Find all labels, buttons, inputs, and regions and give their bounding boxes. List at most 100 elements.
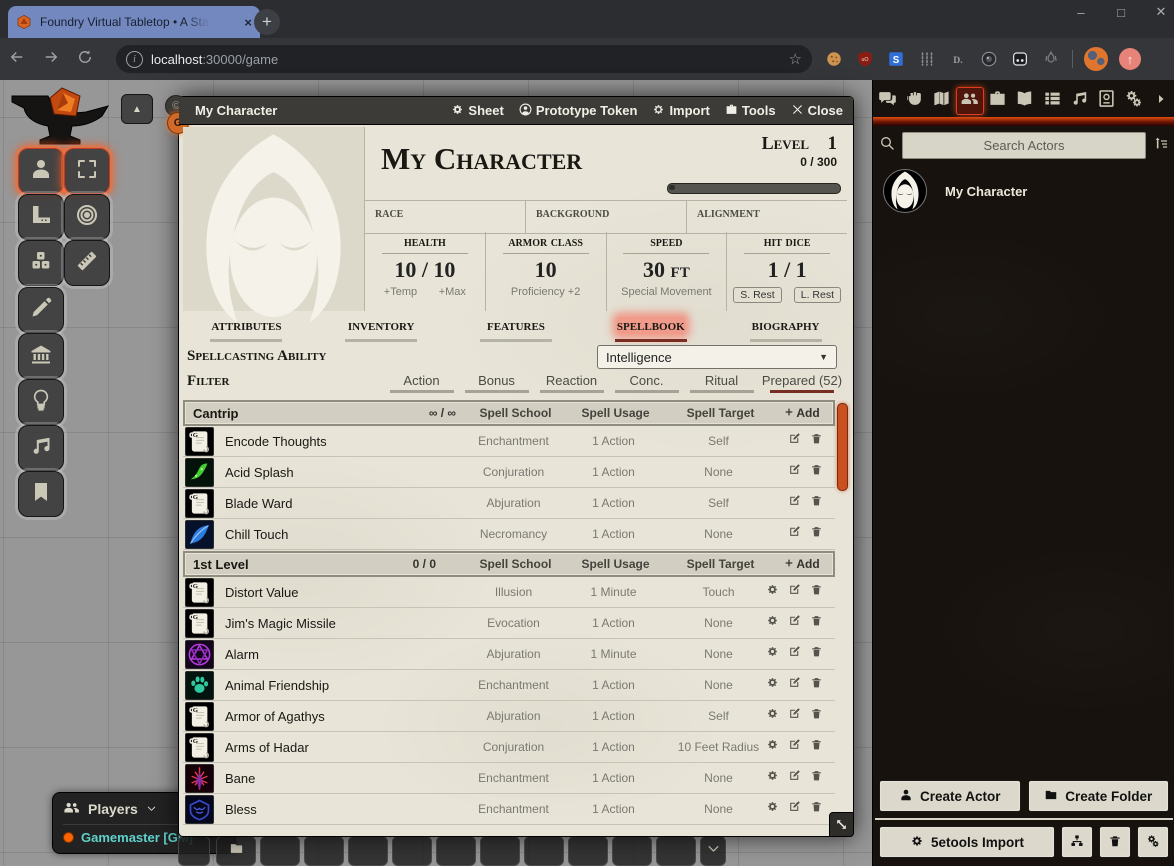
actor-name[interactable]: My Character: [945, 184, 1027, 199]
delete-icon[interactable]: [810, 525, 823, 543]
architecture-tools-button[interactable]: [18, 333, 64, 379]
tools-button[interactable]: Tools: [725, 103, 776, 119]
edit-icon[interactable]: [788, 800, 801, 818]
collapse-controls-button[interactable]: ▲: [121, 94, 153, 124]
new-tab-button[interactable]: +: [254, 9, 280, 35]
tab-attributes[interactable]: attributes: [179, 315, 314, 345]
ruler-tool-button[interactable]: [64, 240, 110, 286]
sound-controls-button[interactable]: [18, 425, 64, 471]
update-icon[interactable]: ↑: [1119, 48, 1141, 70]
spell-scroll-icon[interactable]: G: [185, 702, 214, 731]
spell-row[interactable]: GJim's Magic MissileEvocation1 ActionNon…: [183, 608, 835, 639]
stat-value[interactable]: 1 / 1: [727, 257, 847, 283]
delete-icon[interactable]: [810, 583, 823, 601]
stylus-icon[interactable]: S: [886, 49, 906, 69]
edit-icon[interactable]: [788, 769, 801, 787]
delete-icon[interactable]: [810, 676, 823, 694]
create-folder-button[interactable]: Create Folder: [1028, 780, 1170, 812]
macro-slot[interactable]: [304, 836, 344, 866]
filter-reaction[interactable]: Reaction: [534, 373, 609, 393]
tree-button[interactable]: [1061, 826, 1093, 858]
stat-sub-label[interactable]: Special Movement: [621, 286, 712, 298]
spell-scroll-icon[interactable]: G: [185, 733, 214, 762]
prototype-token-button[interactable]: Prototype Token: [519, 103, 638, 119]
spell-name[interactable]: Bane: [217, 771, 466, 786]
sidebar-tab-scenes[interactable]: [928, 88, 954, 114]
drawing-tools-button[interactable]: [18, 287, 64, 333]
tab-spellbook[interactable]: spellbook: [583, 315, 718, 345]
search-input[interactable]: [902, 132, 1146, 159]
character-name[interactable]: My Character: [381, 141, 582, 177]
l-rest-button[interactable]: L. Rest: [794, 287, 841, 303]
notes-controls-button[interactable]: [18, 471, 64, 517]
edit-icon[interactable]: [788, 583, 801, 601]
resize-handle-icon[interactable]: [829, 812, 854, 837]
configure-icon[interactable]: [766, 614, 779, 632]
actor-avatar[interactable]: .actor-avatar .hood-fill{fill:#f4f2e9}.a…: [883, 169, 927, 213]
omnibox[interactable]: i localhost:30000/game ☆: [116, 45, 812, 73]
delete-icon[interactable]: [810, 769, 823, 787]
sliders-icon[interactable]: [917, 49, 937, 69]
delete-icon[interactable]: [810, 645, 823, 663]
spell-bless-icon[interactable]: [185, 795, 214, 824]
sidebar-tab-playlists[interactable]: [1066, 88, 1092, 114]
spell-row[interactable]: GDistort ValueIllusion1 MinuteTouch: [183, 577, 835, 608]
spell-bane-icon[interactable]: [185, 764, 214, 793]
spell-acid-icon[interactable]: [185, 458, 214, 487]
lens-icon[interactable]: [979, 49, 999, 69]
actor-list-item[interactable]: .actor-avatar .hood-fill{fill:#f4f2e9}.a…: [873, 164, 1174, 218]
spell-name[interactable]: Armor of Agathys: [217, 709, 466, 724]
macro-slot[interactable]: [260, 836, 300, 866]
spell-row[interactable]: GBlade WardAbjuration1 ActionSelf: [183, 488, 835, 519]
sidebar-tab-compendium[interactable]: [1093, 88, 1119, 114]
spell-row[interactable]: AlarmAbjuration1 MinuteNone: [183, 639, 835, 670]
sidebar-tab-collapse[interactable]: [1148, 88, 1174, 114]
target-tool-button[interactable]: [64, 194, 110, 240]
stat-sub-label[interactable]: +Temp: [384, 286, 417, 298]
spell-row[interactable]: GArmor of AgathysAbjuration1 ActionSelf: [183, 701, 835, 732]
delete-button[interactable]: [1099, 826, 1131, 858]
close-window-button[interactable]: ✕: [1154, 4, 1168, 20]
edit-icon[interactable]: [788, 738, 801, 756]
sheet-window-header[interactable]: My Character SheetPrototype TokenImportT…: [179, 97, 853, 125]
tab-inventory[interactable]: inventory: [314, 315, 449, 345]
minimize-window-button[interactable]: –: [1074, 5, 1088, 20]
forward-arrow-icon[interactable]: [34, 48, 68, 71]
character-portrait[interactable]: #portrait .hood-fill{fill:#f4f2e9}#portr…: [183, 127, 365, 311]
sidebar-tab-settings[interactable]: [1121, 88, 1147, 114]
delete-icon[interactable]: [810, 494, 823, 512]
filter-bonus[interactable]: Bonus: [459, 373, 534, 393]
spell-name[interactable]: Arms of Hadar: [217, 740, 466, 755]
macro-slot[interactable]: [178, 836, 210, 866]
spell-name[interactable]: Encode Thoughts: [217, 434, 466, 449]
macro-slot[interactable]: [612, 836, 652, 866]
edit-icon[interactable]: [788, 525, 801, 543]
stat-value[interactable]: 10 / 10: [365, 257, 485, 283]
spell-scroll-icon[interactable]: G: [185, 489, 214, 518]
sidebar-tab-combat[interactable]: [901, 88, 927, 114]
cookie-icon[interactable]: [824, 49, 844, 69]
edit-icon[interactable]: [788, 707, 801, 725]
browser-tab[interactable]: Foundry Virtual Tabletop • A Stan ×: [8, 6, 260, 38]
configure-icon[interactable]: [766, 583, 779, 601]
5etools-import-button[interactable]: 5etools Import: [879, 826, 1055, 858]
spell-scroll-icon[interactable]: G: [185, 578, 214, 607]
delete-icon[interactable]: [810, 738, 823, 756]
back-arrow-icon[interactable]: [0, 48, 34, 71]
info-icon[interactable]: i: [126, 51, 143, 68]
add-spell-button[interactable]: Add: [773, 406, 831, 420]
tab-biography[interactable]: biography: [718, 315, 853, 345]
delete-icon[interactable]: [810, 432, 823, 450]
select-tool-button[interactable]: [64, 148, 110, 194]
edit-icon[interactable]: [788, 494, 801, 512]
stat-value[interactable]: 30 ft: [607, 257, 727, 283]
section-slots[interactable]: ∞ / ∞: [429, 406, 456, 420]
macro-slot[interactable]: [568, 836, 608, 866]
sidebar-tab-items[interactable]: [985, 88, 1011, 114]
edit-icon[interactable]: [788, 614, 801, 632]
edit-icon[interactable]: [788, 645, 801, 663]
macro-slot[interactable]: [656, 836, 696, 866]
import-button[interactable]: Import: [652, 103, 709, 119]
spell-paw-icon[interactable]: [185, 671, 214, 700]
scrollbar-thumb[interactable]: [837, 403, 848, 491]
